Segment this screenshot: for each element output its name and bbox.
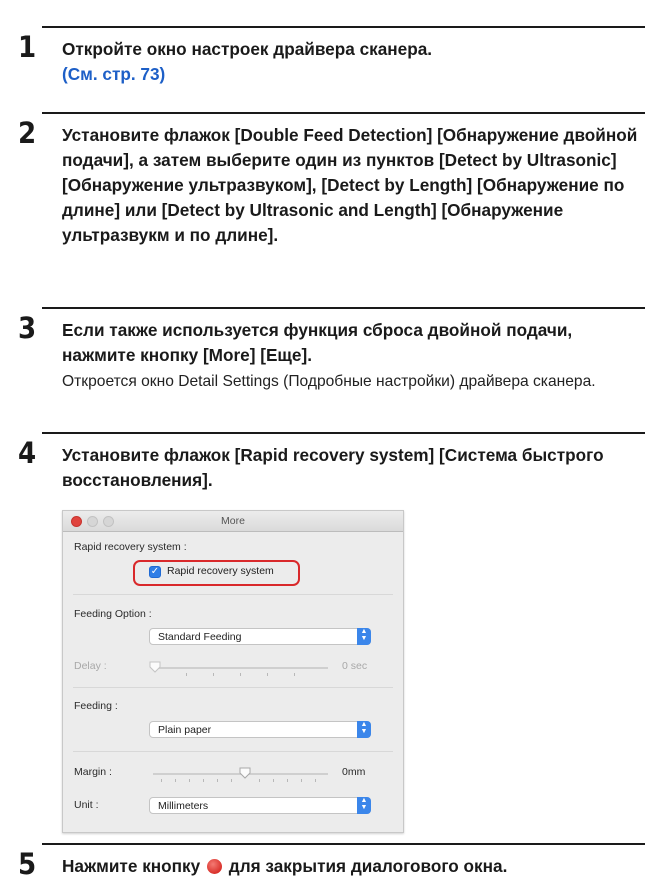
more-dialog: More Rapid recovery system : ✓ Rapid rec… (62, 510, 404, 833)
page-reference-link[interactable]: (См. стр. 73) (62, 62, 640, 87)
step-number: 1 (18, 30, 37, 64)
step-title-end: для закрытия диалогового окна. (228, 856, 508, 876)
step-number: 3 (18, 311, 37, 345)
dialog-titlebar: More (63, 511, 403, 532)
delay-label: Delay : (74, 660, 107, 672)
unit-label: Unit : (74, 799, 99, 811)
unit-value: Millimeters (158, 800, 209, 812)
rapid-recovery-label: Rapid recovery system : (74, 541, 187, 553)
step-divider (42, 843, 645, 845)
select-arrows-icon: ▲ ▼ (357, 797, 371, 814)
separator (73, 751, 393, 752)
feeding-select[interactable]: Plain paper ▲ ▼ (149, 721, 371, 738)
feeding-option-value: Standard Feeding (158, 631, 242, 643)
select-arrows-icon: ▲ ▼ (357, 628, 371, 645)
rapid-recovery-checkbox-label[interactable]: Rapid recovery system (167, 565, 274, 577)
select-arrows-icon: ▲ ▼ (357, 721, 371, 738)
separator (73, 594, 393, 595)
feeding-value: Plain paper (158, 724, 212, 736)
slider-knob-icon[interactable] (239, 767, 251, 779)
margin-label: Margin : (74, 766, 112, 778)
step-divider (42, 112, 645, 114)
step-title: Нажмите кнопку для закрытия диалогового … (62, 854, 640, 879)
step-divider (42, 307, 645, 309)
step-title: Установите флажок [Double Feed Detection… (62, 125, 638, 245)
step-title: Если также используется функция сброса д… (62, 320, 573, 365)
step-divider (42, 432, 645, 434)
step-number: 5 (18, 847, 37, 881)
delay-value: 0 sec (342, 660, 368, 672)
feeding-option-select[interactable]: Standard Feeding ▲ ▼ (149, 628, 371, 645)
step-title: Откройте окно настроек драйвера сканера. (62, 39, 433, 59)
rapid-recovery-checkbox[interactable]: ✓ (149, 566, 161, 578)
step-title-start: Нажмите кнопку (62, 856, 201, 876)
step-number: 4 (18, 436, 37, 470)
unit-select[interactable]: Millimeters ▲ ▼ (149, 797, 371, 814)
feeding-option-label: Feeding Option : (74, 608, 152, 620)
margin-value: 0mm (342, 766, 366, 778)
step-description: Откроется окно Detail Settings (Подробны… (62, 373, 596, 390)
separator (73, 687, 393, 688)
step-divider (42, 26, 645, 28)
step-number: 2 (18, 116, 37, 150)
slider-knob-icon[interactable] (149, 661, 161, 673)
close-button-icon (207, 859, 222, 874)
dialog-title: More (221, 515, 245, 527)
step-title: Установите флажок [Rapid recovery system… (62, 445, 604, 490)
feeding-label: Feeding : (74, 700, 118, 712)
